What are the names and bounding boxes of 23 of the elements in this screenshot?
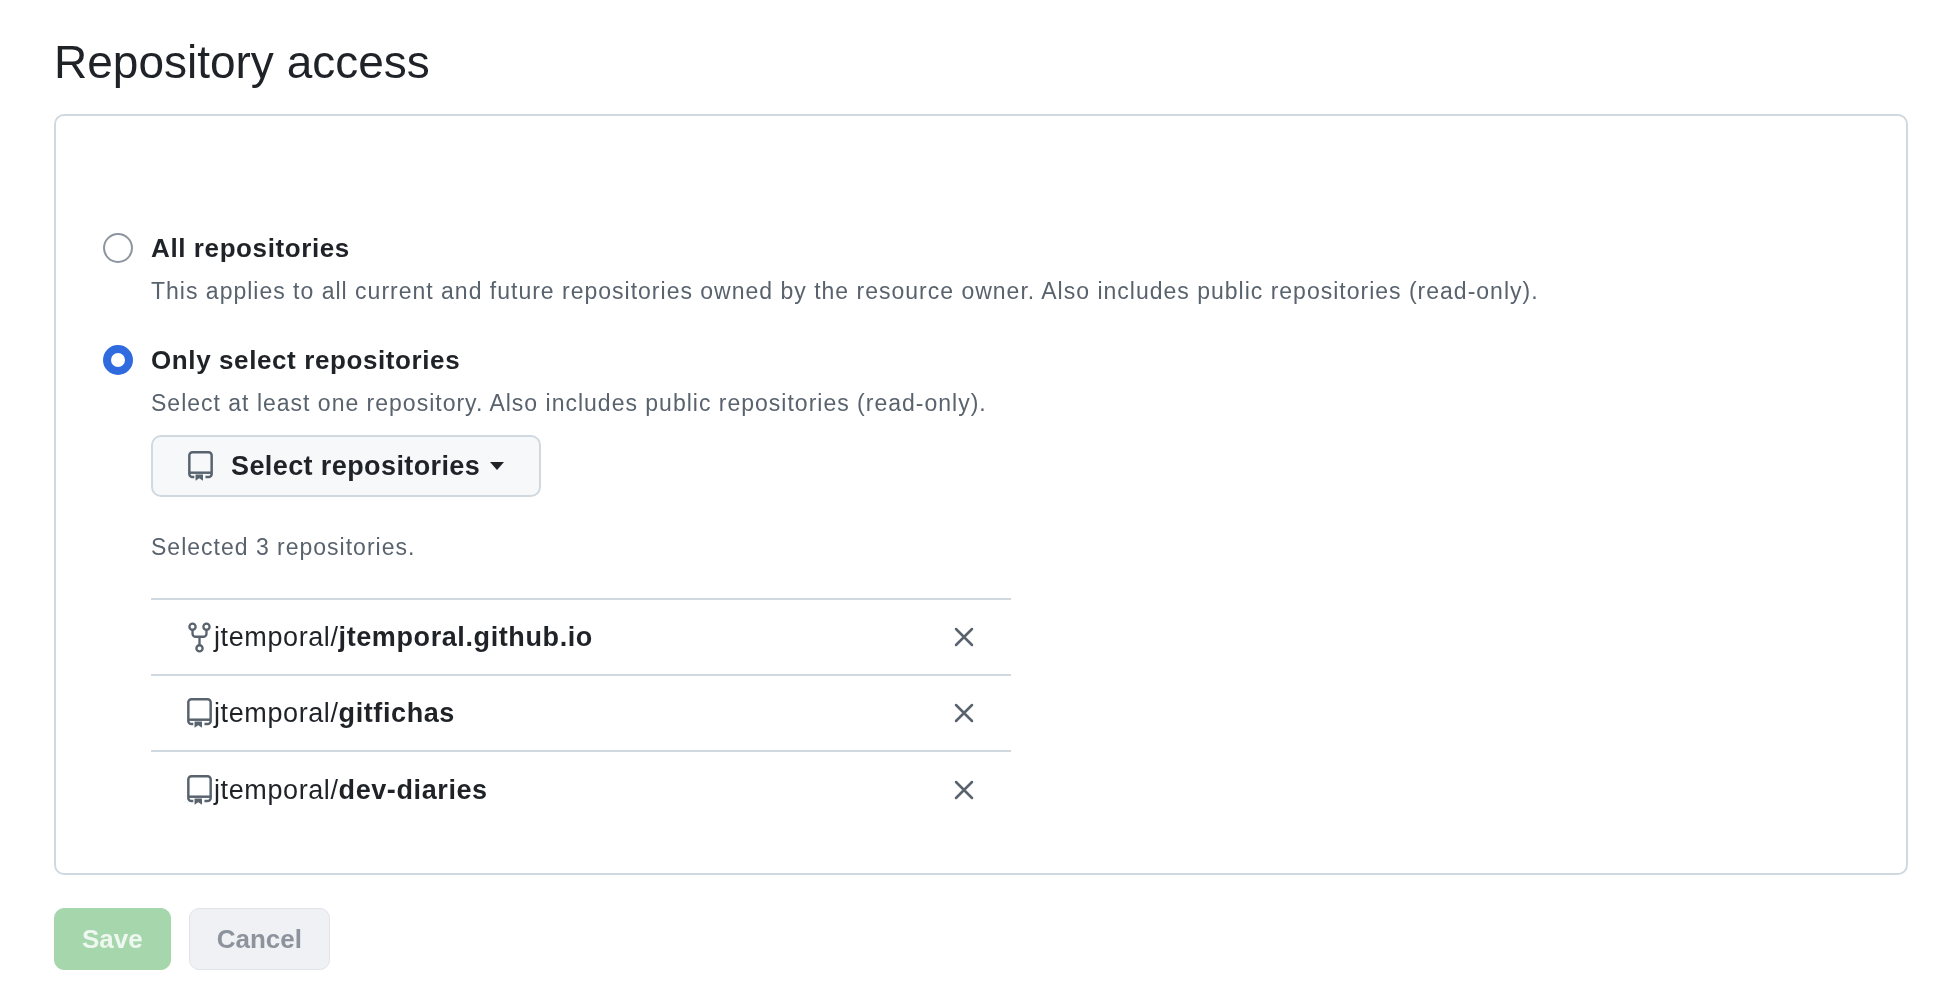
option-label[interactable]: All repositories <box>151 232 350 264</box>
select-repositories-dropdown[interactable]: Select repositories <box>151 435 542 497</box>
radio-button[interactable] <box>103 345 133 375</box>
option-description: This applies to all current and future repositories owned by the resource owner. Also includes public repositories (read-only). <box>151 277 1539 306</box>
repository-name: jtemporal/gitfichas <box>214 697 455 729</box>
repo-icon <box>188 450 213 482</box>
close-icon <box>954 703 974 723</box>
remove-button[interactable] <box>953 702 975 724</box>
repo-icon <box>187 697 212 729</box>
option-label[interactable]: Only select repositories <box>151 344 461 376</box>
remove-button[interactable] <box>953 779 975 801</box>
remove-button[interactable] <box>953 626 975 648</box>
close-icon <box>954 780 974 800</box>
close-icon <box>954 627 974 647</box>
radio-button[interactable] <box>103 233 133 263</box>
section-title: Repository access <box>54 35 430 90</box>
repository-name: jtemporal/dev-diaries <box>214 774 488 806</box>
option-description: Select at least one repository. Also includes public repositories (read-only). <box>151 389 987 418</box>
repo-icon <box>187 774 212 806</box>
repository-name: jtemporal/jtemporal.github.io <box>214 621 593 653</box>
caret-icon <box>490 462 505 470</box>
fork-icon <box>187 621 212 653</box>
selected-count: Selected 3 repositories. <box>151 533 416 562</box>
